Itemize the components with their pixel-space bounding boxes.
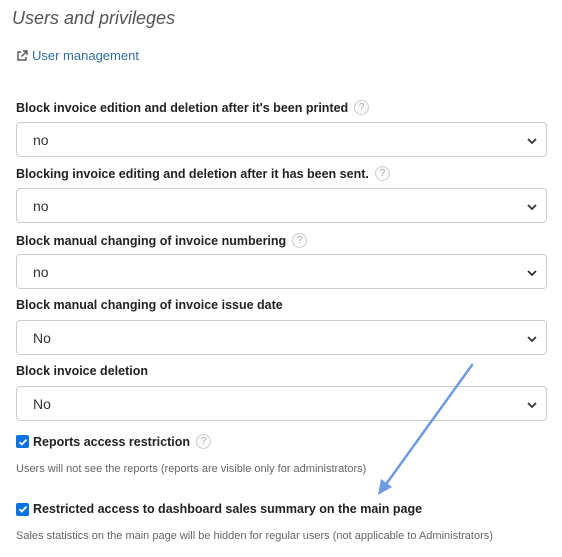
help-icon[interactable]: ? <box>354 100 370 115</box>
checkbox-hint-reports: Users will not see the reports (reports … <box>16 463 367 475</box>
checkbox-label: Restricted access to dashboard sales sum… <box>33 502 423 516</box>
help-icon[interactable]: ? <box>374 166 390 181</box>
field-label-text: Blocking invoice editing and deletion af… <box>16 166 369 181</box>
select-block-issue-date[interactable]: No <box>16 320 547 355</box>
field-label-text: Block manual changing of invoice numberi… <box>16 233 287 248</box>
checkbox-row-reports: Reports access restriction ? <box>16 434 212 449</box>
field-label-text: Block invoice deletion <box>16 364 148 378</box>
help-icon[interactable]: ? <box>196 434 212 449</box>
select-value: no <box>33 197 49 214</box>
help-icon[interactable]: ? <box>292 233 308 248</box>
field-label-printed: Block invoice edition and deletion after… <box>16 100 370 115</box>
field-label-issue-date: Block manual changing of invoice issue d… <box>16 298 283 312</box>
select-value: No <box>33 395 51 412</box>
checkbox-hint-dashboard: Sales statistics on the main page will b… <box>16 530 493 542</box>
select-value: No <box>33 329 51 346</box>
user-management-label: User management <box>32 48 139 63</box>
select-value: no <box>33 263 49 280</box>
chevron-down-icon <box>527 336 537 343</box>
checkmark-icon <box>18 505 27 513</box>
dashboard-restriction-checkbox[interactable] <box>16 502 29 516</box>
checkmark-icon <box>18 438 27 446</box>
chevron-down-icon <box>527 138 537 145</box>
field-label-numbering: Block manual changing of invoice numberi… <box>16 233 308 248</box>
external-link-icon <box>17 49 28 61</box>
section-title: Users and privileges <box>12 8 176 28</box>
chevron-down-icon <box>527 402 537 409</box>
field-label-sent: Blocking invoice editing and deletion af… <box>16 166 390 181</box>
field-label-text: Block manual changing of invoice issue d… <box>16 298 283 312</box>
checkbox-row-dashboard: Restricted access to dashboard sales sum… <box>16 502 422 516</box>
field-label-text: Block invoice edition and deletion after… <box>16 100 349 115</box>
select-value: no <box>33 131 49 148</box>
reports-restriction-checkbox[interactable] <box>16 435 29 448</box>
chevron-down-icon <box>527 270 537 277</box>
chevron-down-icon <box>527 204 537 211</box>
select-block-after-printed[interactable]: no <box>16 122 547 157</box>
select-block-numbering[interactable]: no <box>16 254 547 289</box>
checkbox-label: Reports access restriction <box>33 434 191 449</box>
user-management-link[interactable]: User management <box>16 48 139 63</box>
select-block-after-sent[interactable]: no <box>16 188 547 223</box>
select-block-deletion[interactable]: No <box>16 386 547 421</box>
field-label-deletion: Block invoice deletion <box>16 364 148 378</box>
